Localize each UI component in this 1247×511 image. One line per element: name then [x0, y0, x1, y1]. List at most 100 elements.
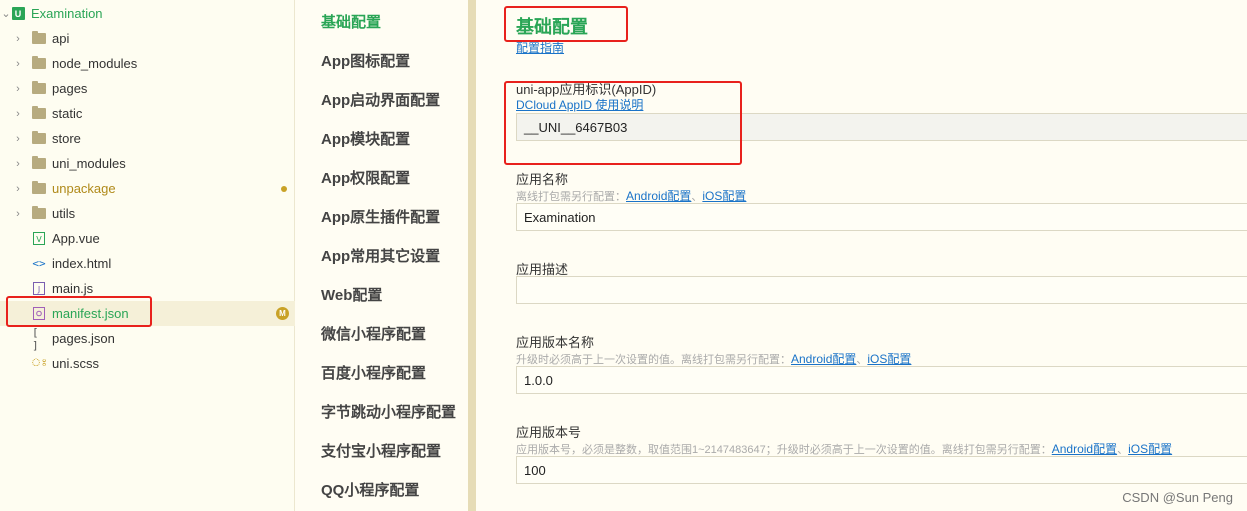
tree-item-label: api — [52, 31, 70, 46]
version-name-ios-link[interactable]: iOS配置 — [867, 352, 911, 366]
chevron-right-icon[interactable]: › — [12, 58, 24, 70]
folder-icon — [32, 181, 46, 196]
tree-item-label: main.js — [52, 281, 94, 296]
tree-item-store[interactable]: › store — [0, 126, 295, 151]
version-code-value: 100 — [524, 462, 546, 478]
nav-item-app-native-plugins[interactable]: App原生插件配置 — [321, 206, 440, 227]
chevron-right-icon[interactable]: › — [12, 83, 24, 95]
folder-icon — [32, 131, 46, 146]
chevron-right-icon[interactable]: › — [12, 158, 24, 170]
tree-item-manifest-json[interactable]: manifest.json M — [0, 301, 295, 326]
version-code-hint: 应用版本号，必须是整数，取值范围1~2147483647；升级时必须高于上一次设… — [516, 440, 1172, 457]
version-code-ios-link[interactable]: iOS配置 — [1128, 442, 1172, 456]
tree-item-api[interactable]: › api — [0, 26, 295, 51]
folder-icon — [32, 206, 46, 221]
tree-item-label: static — [52, 106, 83, 121]
version-code-label: 应用版本号 — [516, 425, 582, 440]
tree-item-label: index.html — [52, 256, 112, 271]
tree-item-label: uni.scss — [52, 356, 99, 371]
tree-item-app-vue[interactable]: V App.vue — [0, 226, 295, 251]
version-code-hint-text: 应用版本号，必须是整数，取值范围1~2147483647；升级时必须高于上一次设… — [516, 444, 1052, 456]
chevron-right-icon[interactable]: › — [12, 108, 24, 120]
svg-text:V: V — [36, 235, 42, 244]
nav-item-app-splash[interactable]: App启动界面配置 — [321, 89, 440, 110]
appid-value: __UNI__6467B03 — [524, 119, 628, 135]
chevron-right-icon[interactable]: › — [12, 33, 24, 45]
tree-item-label: utils — [52, 206, 76, 221]
nav-item-app-modules[interactable]: App模块配置 — [321, 128, 410, 149]
settings-form: 基础配置 配置指南 uni-app应用标识(AppID) DCloud AppI… — [476, 0, 1247, 511]
watermark: CSDN @Sun Peng — [1122, 490, 1233, 505]
app-name-label: 应用名称 — [516, 172, 569, 187]
folder-icon — [32, 106, 46, 121]
chevron-right-icon[interactable]: › — [12, 133, 24, 145]
modified-badge: M — [276, 307, 289, 320]
version-code-field[interactable]: 100 — [516, 456, 1247, 484]
chevron-right-icon[interactable]: › — [12, 208, 24, 220]
tree-item-pages[interactable]: › pages — [0, 76, 295, 101]
scss-file-icon: ঃ — [30, 356, 48, 369]
nav-item-qq[interactable]: QQ小程序配置 — [321, 479, 419, 500]
tree-item-static[interactable]: › static — [0, 101, 295, 126]
version-name-android-link[interactable]: Android配置 — [791, 352, 856, 366]
nav-item-alipay[interactable]: 支付宝小程序配置 — [321, 440, 441, 461]
modified-dot-icon — [281, 185, 287, 192]
tree-item-uni-scss[interactable]: ঃ uni.scss — [0, 351, 295, 376]
folder-icon — [32, 31, 46, 46]
tree-item-label: store — [52, 131, 81, 146]
version-name-label: 应用版本名称 — [516, 335, 595, 350]
nav-item-basic[interactable]: 基础配置 — [321, 11, 381, 32]
vue-file-icon: V — [32, 232, 46, 246]
manifest-file-icon — [32, 307, 46, 321]
version-name-sep: 、 — [856, 354, 868, 366]
project-icon: U — [11, 7, 25, 21]
version-code-android-link[interactable]: Android配置 — [1052, 442, 1117, 456]
nav-divider[interactable] — [468, 0, 476, 511]
nav-item-app-other[interactable]: App常用其它设置 — [321, 245, 440, 266]
json-file-icon: [ ] — [32, 325, 39, 352]
folder-icon — [32, 156, 46, 171]
tree-item-label: unpackage — [52, 181, 116, 196]
version-name-hint-text: 升级时必须高于上一次设置的值。离线打包需另行配置： — [516, 354, 791, 366]
tree-item-unpackage[interactable]: › unpackage — [0, 176, 295, 201]
app-name-android-link[interactable]: Android配置 — [626, 189, 691, 203]
app-name-field[interactable]: Examination — [516, 203, 1247, 231]
tree-item-pages-json[interactable]: [ ] pages.json — [0, 325, 295, 352]
page-title: 基础配置 — [516, 17, 588, 37]
tree-item-label: uni_modules — [52, 156, 126, 171]
svg-text:J: J — [37, 285, 40, 294]
version-code-sep: 、 — [1117, 444, 1129, 456]
tree-item-index-html[interactable]: <> index.html — [0, 251, 295, 276]
folder-icon — [32, 81, 46, 96]
tree-item-label: App.vue — [52, 231, 100, 246]
tree-item-node-modules[interactable]: › node_modules — [0, 51, 295, 76]
tree-item-label: pages — [52, 81, 88, 96]
config-guide-link[interactable]: 配置指南 — [516, 39, 564, 56]
app-desc-field[interactable] — [516, 276, 1247, 304]
appid-field[interactable]: __UNI__6467B03 — [516, 113, 1247, 141]
app-name-ios-link[interactable]: iOS配置 — [702, 189, 746, 203]
nav-item-app-icon[interactable]: App图标配置 — [321, 50, 410, 71]
chevron-right-icon[interactable]: › — [12, 183, 24, 195]
html-file-icon: <> — [32, 257, 46, 270]
tree-item-uni-modules[interactable]: › uni_modules — [0, 151, 295, 176]
settings-nav: 基础配置 App图标配置 App启动界面配置 App模块配置 App权限配置 A… — [296, 0, 468, 511]
nav-item-weixin[interactable]: 微信小程序配置 — [321, 323, 426, 344]
project-root-row[interactable]: ⌄ U Examination — [0, 1, 295, 26]
app-name-sep: 、 — [691, 191, 703, 203]
app-name-hint: 离线打包需另行配置：Android配置、iOS配置 — [516, 187, 746, 204]
version-name-value: 1.0.0 — [524, 372, 553, 388]
folder-icon — [32, 56, 46, 71]
nav-item-baidu[interactable]: 百度小程序配置 — [321, 362, 426, 383]
tree-item-utils[interactable]: › utils — [0, 201, 295, 226]
appid-help-link[interactable]: DCloud AppID 使用说明 — [516, 96, 643, 113]
nav-item-toutiao[interactable]: 字节跳动小程序配置 — [321, 401, 456, 422]
version-name-hint: 升级时必须高于上一次设置的值。离线打包需另行配置：Android配置、iOS配置 — [516, 350, 911, 367]
app-name-hint-text: 离线打包需另行配置： — [516, 191, 626, 203]
tree-item-main-js[interactable]: J main.js — [0, 276, 295, 301]
project-name: Examination — [31, 6, 103, 21]
tree-item-label: manifest.json — [52, 306, 129, 321]
version-name-field[interactable]: 1.0.0 — [516, 366, 1247, 394]
nav-item-web[interactable]: Web配置 — [321, 284, 382, 305]
nav-item-app-permissions[interactable]: App权限配置 — [321, 167, 410, 188]
